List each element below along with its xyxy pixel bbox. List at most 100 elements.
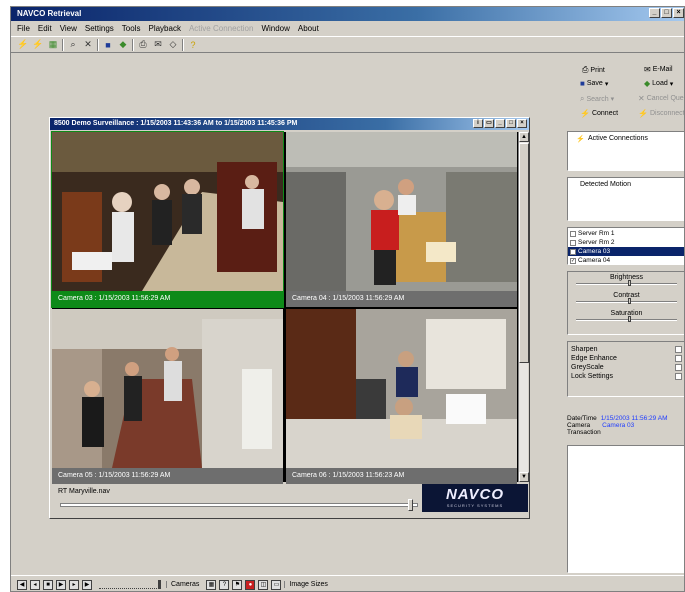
detected-motion-tree[interactable]: Detected Motion [567,177,684,221]
camera-caption: Camera 03 : 1/15/2003 11:56:29 AM [52,291,283,307]
save-button[interactable]: ■ Save ▾ [580,79,608,88]
slider-knob[interactable] [628,298,631,304]
speed-slider[interactable] [99,579,161,589]
menu-about[interactable]: About [298,24,319,33]
scroll-down-arrow-icon[interactable]: ▼ [519,472,529,482]
list-item[interactable]: ✓ Camera 03 [568,247,684,256]
checkbox[interactable] [675,355,682,362]
flag-icon[interactable]: ⚑ [232,579,243,590]
slider-knob[interactable] [158,579,161,589]
list-item[interactable]: ✓ Camera 04 [568,256,684,265]
email-icon[interactable]: ✉ [152,39,164,51]
camera-list[interactable]: Server Rm 1 Server Rm 2 ✓ Camera 03 ✓ Ca… [567,227,684,265]
last-frame-icon[interactable]: ▶ [82,579,92,590]
envelope-icon: ✉ [644,65,651,74]
save-icon[interactable]: ■ [102,39,114,51]
connect-button[interactable]: ⚡ Connect [580,109,618,118]
checkbox[interactable] [675,373,682,380]
help-icon[interactable]: ? [187,39,199,51]
menu-edit[interactable]: Edit [38,24,52,33]
maximize-button[interactable]: □ [506,119,516,128]
camera-tile[interactable]: Camera 05 : 1/15/2003 11:56:29 AM [52,309,283,484]
snapshot-icon[interactable]: ◫ [258,579,269,590]
list-item[interactable]: Server Rm 1 [568,229,684,238]
active-connections-tree[interactable]: ⚡ Active Connections [567,131,684,171]
option-row[interactable]: Lock Settings [568,372,684,381]
first-frame-icon[interactable]: ◀ [17,579,27,590]
option-row[interactable]: GreyScale [568,363,684,372]
search-button[interactable]: ⌕ Search ▾ [580,94,614,104]
maximize-button[interactable]: □ [661,8,672,18]
camera-feed-image [52,309,283,468]
play-icon[interactable]: ▶ [56,579,66,590]
checkbox[interactable] [570,230,576,237]
cancel-query-label: Cancel Que [646,95,684,102]
minimize-button[interactable]: _ [649,8,660,18]
option-row[interactable]: Sharpen [568,345,684,354]
monitor-icon[interactable]: ▭ [271,579,282,590]
camera-caption: Camera 04 : 1/15/2003 11:56:29 AM [286,291,517,307]
menu-file[interactable]: File [17,24,30,33]
list-item[interactable]: Server Rm 2 [568,238,684,247]
list-item-label: Server Rm 1 [578,230,615,237]
playback-slider-track[interactable] [60,503,418,507]
menu-view[interactable]: View [60,24,77,33]
info-button[interactable]: i [473,119,483,128]
binoculars-icon[interactable]: ⌕ [67,39,79,51]
print-icon[interactable]: ⎙ [137,39,149,51]
menu-settings[interactable]: Settings [85,24,114,33]
checkbox[interactable] [675,346,682,353]
checkbox[interactable] [675,364,682,371]
list-item-label: Camera 04 [578,257,611,264]
menu-bar: File Edit View Settings Tools Playback A… [11,22,684,35]
load-button[interactable]: ◆ Load ▾ [644,79,673,88]
cameras-button[interactable]: Cameras [166,581,203,588]
close-button[interactable]: × [517,119,527,128]
checkbox[interactable]: ✓ [570,248,576,255]
image-sizes-button[interactable]: Image Sizes [284,581,332,588]
cancel-query-button[interactable]: ✕ Cancel Que [638,94,684,103]
close-button[interactable]: × [673,8,684,18]
menu-window[interactable]: Window [261,24,289,33]
slider-knob[interactable] [628,280,631,286]
step-forward-icon[interactable]: ▸ [69,579,79,590]
scroll-up-arrow-icon[interactable]: ▲ [519,132,529,142]
brightness-slider[interactable] [576,280,677,286]
camera-tile[interactable]: Camera 06 : 1/15/2003 11:56:23 AM [286,309,517,484]
record-icon[interactable]: ● [245,579,256,590]
playback-slider-knob[interactable] [408,499,413,511]
print-button[interactable]: ⎙ Print [582,65,605,75]
scroll-thumb[interactable] [519,143,529,363]
camera-tile[interactable]: Camera 04 : 1/15/2003 11:56:29 AM [286,132,517,307]
menu-tools[interactable]: Tools [122,24,141,33]
help-icon[interactable]: ? [219,579,230,590]
surveillance-title-text: 8500 Demo Surveillance : 1/15/2003 11:43… [54,120,298,127]
disconnect-icon[interactable]: ⚡ [32,39,44,51]
grid-layout-icon[interactable]: ▦ [206,579,217,590]
grid-icon[interactable]: ▦ [47,39,59,51]
connect-icon[interactable]: ⚡ [17,39,29,51]
restore-button[interactable]: ▭ [484,119,494,128]
contrast-slider[interactable] [576,298,677,304]
checkbox[interactable]: ✓ [570,257,576,264]
email-button[interactable]: ✉ E-Mail [644,65,673,74]
search-label: Search [586,95,609,103]
vertical-scrollbar[interactable]: ▲ ▼ [518,132,529,482]
step-back-icon[interactable]: ◂ [30,579,40,590]
option-row[interactable]: Edge Enhance [568,354,684,363]
disconnect-label: Disconnect [649,110,685,117]
saturation-slider[interactable] [576,316,677,322]
minimize-button[interactable]: _ [495,119,505,128]
saturation-label: Saturation [610,310,643,317]
slider-knob[interactable] [628,316,631,322]
checkbox[interactable] [570,239,576,246]
load-icon[interactable]: ◆ [117,39,129,51]
camera-tile[interactable]: Camera 03 : 1/15/2003 11:56:29 AM [51,131,284,308]
stop-icon[interactable]: ■ [43,579,53,590]
erase-icon[interactable]: ◇ [167,39,179,51]
cancel-icon[interactable]: ✕ [82,39,94,51]
menu-playback[interactable]: Playback [148,24,180,33]
transaction-box[interactable] [567,445,684,573]
disconnect-button[interactable]: ⚡ Disconnect [638,109,685,118]
datetime-value: 1/15/2003 11:56:29 AM [600,415,668,422]
